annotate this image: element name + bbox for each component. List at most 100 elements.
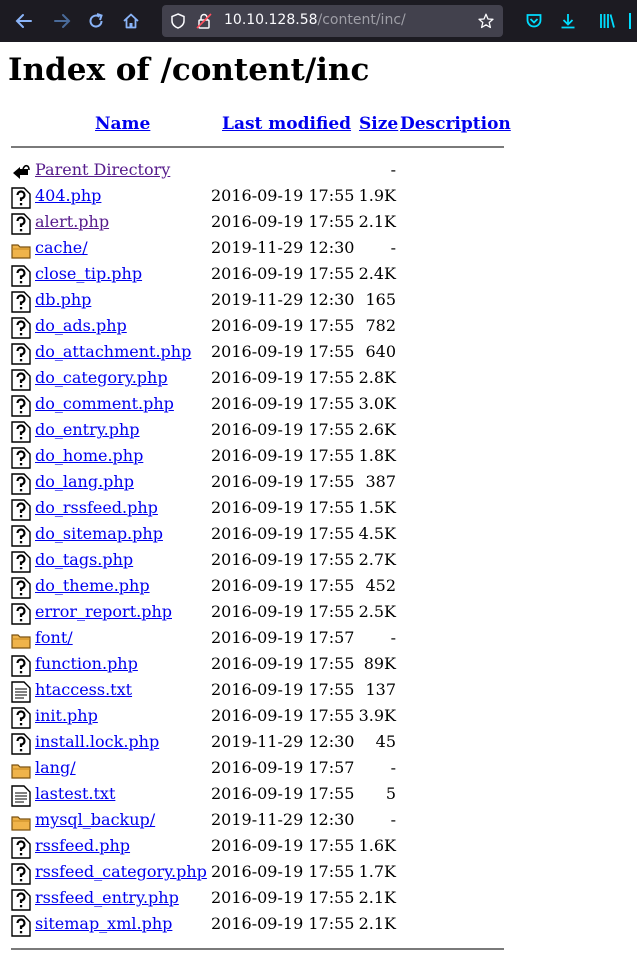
file-row: do_theme.php 2016-09-19 17:55 452 — [0, 574, 520, 600]
unknown-file-icon — [11, 395, 31, 417]
unknown-file-icon — [11, 473, 31, 495]
last-modified-cell: 2016-09-19 17:55 — [211, 888, 355, 907]
unknown-file-icon — [11, 733, 31, 755]
file-link[interactable]: lang/ — [35, 758, 76, 777]
shield-icon[interactable] — [170, 13, 186, 29]
last-modified-cell: 2016-09-19 17:55 — [211, 212, 355, 231]
file-row: sitemap_xml.php 2016-09-19 17:55 2.1K — [0, 912, 520, 938]
file-row: do_entry.php 2016-09-19 17:55 2.6K — [0, 418, 520, 444]
file-row: alert.php 2016-09-19 17:55 2.1K — [0, 210, 520, 236]
file-link[interactable]: htaccess.txt — [35, 680, 132, 699]
file-link[interactable]: do_category.php — [35, 368, 168, 387]
size-cell: 2.5K — [358, 602, 396, 621]
last-modified-cell: 2016-09-19 17:55 — [211, 524, 355, 543]
file-row: do_lang.php 2016-09-19 17:55 387 — [0, 470, 520, 496]
file-link[interactable]: do_home.php — [35, 446, 143, 465]
file-link[interactable]: do_entry.php — [35, 420, 140, 439]
file-link[interactable]: do_sitemap.php — [35, 524, 163, 543]
folder-icon — [11, 759, 31, 781]
file-link[interactable]: rssfeed.php — [35, 836, 130, 855]
file-row: do_category.php 2016-09-19 17:55 2.8K — [0, 366, 520, 392]
library-button[interactable] — [592, 6, 622, 36]
column-header-last-modified[interactable]: Last modified — [222, 114, 351, 134]
last-modified-cell: 2016-09-19 17:55 — [211, 264, 355, 283]
footer-divider — [11, 948, 504, 950]
last-modified-cell: 2016-09-19 17:55 — [211, 706, 355, 725]
last-modified-cell: 2016-09-19 17:55 — [211, 472, 355, 491]
unknown-file-icon — [11, 187, 31, 209]
text-file-icon — [11, 681, 31, 703]
file-link[interactable]: error_report.php — [35, 602, 172, 621]
last-modified-cell: 2016-09-19 17:55 — [211, 550, 355, 569]
last-modified-cell: 2016-09-19 17:55 — [211, 420, 355, 439]
bookmark-star-icon[interactable] — [478, 13, 494, 29]
file-row: Parent Directory - — [0, 158, 520, 184]
file-link[interactable]: do_lang.php — [35, 472, 134, 491]
file-link[interactable]: do_theme.php — [35, 576, 150, 595]
unknown-file-icon — [11, 837, 31, 859]
size-cell: 89K — [363, 654, 396, 673]
file-link[interactable]: font/ — [35, 628, 73, 647]
file-row: rssfeed_category.php 2016-09-19 17:55 1.7K — [0, 860, 520, 886]
file-row: 404.php 2016-09-19 17:55 1.9K — [0, 184, 520, 210]
file-link[interactable]: do_tags.php — [35, 550, 133, 569]
last-modified-cell: 2016-09-19 17:55 — [211, 602, 355, 621]
library-icon — [600, 14, 615, 28]
file-link[interactable]: close_tip.php — [35, 264, 142, 283]
file-link[interactable]: lastest.txt — [35, 784, 115, 803]
file-link[interactable]: sitemap_xml.php — [35, 914, 172, 933]
column-header-name[interactable]: Name — [95, 114, 150, 134]
pocket-button[interactable] — [519, 6, 549, 36]
back-button[interactable] — [9, 6, 39, 36]
downloads-button[interactable] — [553, 6, 583, 36]
unknown-file-icon — [11, 499, 31, 521]
file-link[interactable]: do_comment.php — [35, 394, 174, 413]
size-cell: 387 — [365, 472, 396, 491]
last-modified-cell: 2016-09-19 17:55 — [211, 862, 355, 881]
text-file-icon — [11, 785, 31, 807]
unknown-file-icon — [11, 343, 31, 365]
forward-button[interactable] — [47, 6, 77, 36]
file-link[interactable]: do_attachment.php — [35, 342, 191, 361]
file-row: do_rssfeed.php 2016-09-19 17:55 1.5K — [0, 496, 520, 522]
browser-toolbar: 10.10.128.58/content/inc/ — [0, 0, 637, 42]
last-modified-cell: 2016-09-19 17:55 — [211, 368, 355, 387]
file-link[interactable]: mysql_backup/ — [35, 810, 155, 829]
unknown-file-icon — [11, 317, 31, 339]
column-header-description[interactable]: Description — [400, 114, 511, 134]
column-header-size[interactable]: Size — [359, 114, 398, 134]
size-cell: 4.5K — [358, 524, 396, 543]
folder-icon — [11, 629, 31, 651]
file-row: init.php 2016-09-19 17:55 3.9K — [0, 704, 520, 730]
forward-arrow-icon — [54, 14, 71, 28]
file-row: font/2016-09-19 17:57 - — [0, 626, 520, 652]
file-row: cache/2019-11-29 12:30 - — [0, 236, 520, 262]
last-modified-cell: 2019-11-29 12:30 — [211, 238, 355, 257]
url-bar[interactable]: 10.10.128.58/content/inc/ — [162, 5, 503, 37]
file-row: htaccess.txt 2016-09-19 17:55 137 — [0, 678, 520, 704]
file-row: close_tip.php 2016-09-19 17:55 2.4K — [0, 262, 520, 288]
header-divider — [11, 146, 504, 148]
file-link[interactable]: rssfeed_entry.php — [35, 888, 179, 907]
home-button[interactable] — [116, 6, 146, 36]
unknown-file-icon — [11, 707, 31, 729]
file-link[interactable]: init.php — [35, 706, 98, 725]
download-icon — [561, 14, 575, 29]
folder-icon — [11, 239, 31, 261]
file-link[interactable]: function.php — [35, 654, 138, 673]
reload-button[interactable] — [81, 6, 111, 36]
file-link[interactable]: cache/ — [35, 238, 88, 257]
file-link[interactable]: do_ads.php — [35, 316, 127, 335]
unknown-file-icon — [11, 447, 31, 469]
unknown-file-icon — [11, 915, 31, 937]
file-link[interactable]: 404.php — [35, 186, 101, 205]
insecure-lock-icon[interactable] — [196, 13, 212, 29]
file-link[interactable]: rssfeed_category.php — [35, 862, 207, 881]
size-cell: - — [390, 810, 396, 829]
file-link[interactable]: Parent Directory — [35, 160, 170, 179]
file-link[interactable]: install.lock.php — [35, 732, 159, 751]
overflow-indicator — [629, 13, 631, 29]
file-link[interactable]: db.php — [35, 290, 91, 309]
file-link[interactable]: alert.php — [35, 212, 109, 231]
file-link[interactable]: do_rssfeed.php — [35, 498, 158, 517]
